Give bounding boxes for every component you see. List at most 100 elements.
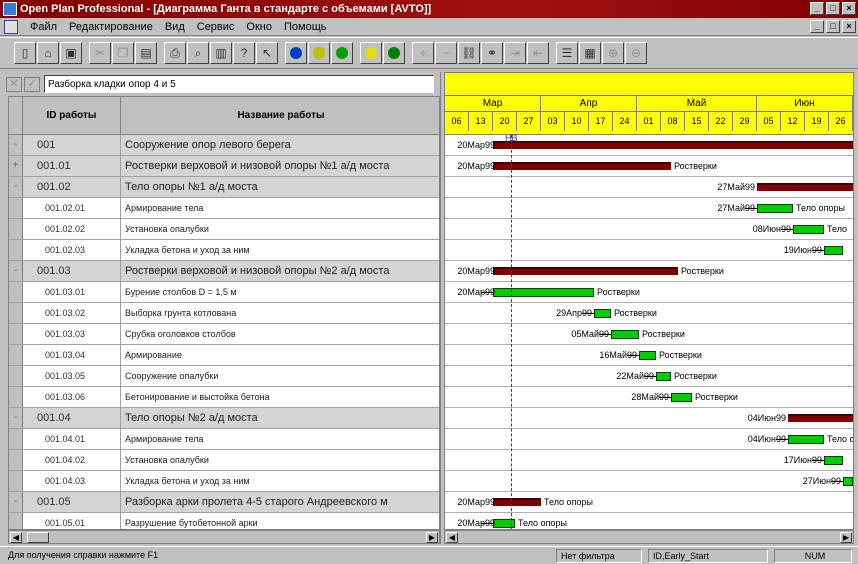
task-row[interactable]: 001.02.02 Установка опалубки: [9, 219, 439, 240]
row-selector[interactable]: [9, 513, 23, 529]
task-row[interactable]: 001.03.02 Выборка грунта котлована: [9, 303, 439, 324]
task-name-cell[interactable]: Укладка бетона и уход за ним: [121, 240, 439, 260]
link-icon[interactable]: ⛓: [458, 42, 480, 64]
menu-view[interactable]: Вид: [159, 19, 191, 35]
cancel-edit-icon[interactable]: ✕: [6, 77, 22, 92]
open-icon[interactable]: ⌂: [37, 42, 59, 64]
row-selector[interactable]: [9, 345, 23, 365]
context-help-icon[interactable]: ↖: [256, 42, 278, 64]
menu-help[interactable]: Помощь: [278, 19, 333, 35]
gantt-scroll-left-icon[interactable]: ◀: [446, 532, 458, 543]
row-selector[interactable]: [9, 366, 23, 386]
close-button[interactable]: ×: [842, 2, 856, 15]
filter-icon[interactable]: ☰: [556, 42, 578, 64]
task-row[interactable]: 001.02.01 Армирование тела: [9, 198, 439, 219]
task-name-cell[interactable]: Разрушение бутобетонной арки: [121, 513, 439, 529]
vertical-scrollbar[interactable]: [854, 72, 858, 544]
summary-bar[interactable]: [493, 162, 671, 170]
row-selector[interactable]: +: [9, 156, 23, 176]
task-bar[interactable]: [793, 225, 824, 234]
task-bar[interactable]: [757, 204, 793, 213]
task-id-cell[interactable]: 001.04.02: [23, 450, 121, 470]
task-row[interactable]: 001.02.03 Укладка бетона и уход за ним: [9, 240, 439, 261]
summary-bar[interactable]: [493, 498, 541, 506]
grid-horizontal-scrollbar[interactable]: ◀ ▶: [8, 530, 440, 544]
task-id-cell[interactable]: 001.03.01: [23, 282, 121, 302]
row-selector[interactable]: -: [9, 177, 23, 197]
row-selector[interactable]: [9, 303, 23, 323]
task-id-cell[interactable]: 001.05.01: [23, 513, 121, 529]
row-selector[interactable]: [9, 450, 23, 470]
task-row[interactable]: 001.03.04 Армирование: [9, 345, 439, 366]
doc-minimize-button[interactable]: _: [810, 20, 824, 33]
task-bar[interactable]: [671, 393, 692, 402]
task-bar[interactable]: [843, 477, 853, 486]
paste-icon[interactable]: ▤: [135, 42, 157, 64]
task-bar[interactable]: [824, 456, 843, 465]
task-name-cell[interactable]: Разборка арки пролета 4-5 старого Андрее…: [121, 492, 439, 512]
task-id-cell[interactable]: 001.04.03: [23, 471, 121, 491]
task-id-cell[interactable]: 001.03.02: [23, 303, 121, 323]
select-all-corner[interactable]: [9, 97, 23, 135]
row-selector[interactable]: -: [9, 261, 23, 281]
row-selector[interactable]: -: [9, 135, 23, 155]
summary-row[interactable]: -001.02 Тело опоры №1 а/д моста: [9, 177, 439, 198]
unlink-icon[interactable]: ⚭: [481, 42, 503, 64]
task-row[interactable]: 001.05.01 Разрушение бутобетонной арки: [9, 513, 439, 529]
preview-icon[interactable]: ⌕: [187, 42, 209, 64]
task-name-cell[interactable]: Тело опоры №1 а/д моста: [121, 177, 439, 197]
sort-icon[interactable]: ▦: [579, 42, 601, 64]
remove-task-icon[interactable]: −: [435, 42, 457, 64]
cut-icon[interactable]: ✂: [89, 42, 111, 64]
summary-row[interactable]: -001 Сооружение опор левого берега: [9, 135, 439, 156]
cell-edit-input[interactable]: [44, 75, 434, 93]
gantt-body[interactable]: 20Мар99 20Мар99 Ростверки 27Май99 27Май99 Тел…: [445, 135, 853, 529]
task-id-cell[interactable]: 001.03.05: [23, 366, 121, 386]
task-id-cell[interactable]: 001.03.03: [23, 324, 121, 344]
gantt-scroll-right-icon[interactable]: ▶: [840, 532, 852, 543]
task-id-cell[interactable]: 001.02.01: [23, 198, 121, 218]
summary-row[interactable]: -001.05 Разборка арки пролета 4-5 старого…: [9, 492, 439, 513]
row-selector[interactable]: [9, 198, 23, 218]
task-row[interactable]: 001.04.01 Армирование тела: [9, 429, 439, 450]
chart-icon[interactable]: ▥: [210, 42, 232, 64]
doc-close-button[interactable]: ×: [842, 20, 856, 33]
task-row[interactable]: 001.04.02 Установка опалубки: [9, 450, 439, 471]
summary-row[interactable]: -001.04 Тело опоры №2 а/д моста: [9, 408, 439, 429]
schedule-icon[interactable]: [360, 42, 382, 64]
task-bar[interactable]: [493, 288, 594, 297]
task-name-cell[interactable]: Укладка бетона и уход за ним: [121, 471, 439, 491]
task-bar[interactable]: [594, 309, 611, 318]
row-selector[interactable]: -: [9, 408, 23, 428]
scroll-left-icon[interactable]: ◀: [10, 532, 22, 543]
print-icon[interactable]: ⎙: [164, 42, 186, 64]
document-icon[interactable]: [4, 19, 18, 34]
task-id-cell[interactable]: 001.02: [23, 177, 121, 197]
column-header-id[interactable]: ID работы: [23, 97, 121, 135]
copy-icon[interactable]: ❐: [112, 42, 134, 64]
task-name-cell[interactable]: Бурение столбов D = 1,5 м: [121, 282, 439, 302]
task-row[interactable]: 001.03.05 Сооружение опалубки: [9, 366, 439, 387]
task-name-cell[interactable]: Сооружение опор левого берега: [121, 135, 439, 155]
task-id-cell[interactable]: 001.04: [23, 408, 121, 428]
task-id-cell[interactable]: 001.02.03: [23, 240, 121, 260]
task-name-cell[interactable]: Срубка оголовков столбов: [121, 324, 439, 344]
menu-edit[interactable]: Редактирование: [63, 19, 159, 35]
gantt-chart[interactable]: Мар Апр Май Июн 06 13 20 27 03 10 17 24 01 08 15 22 29 0…: [444, 72, 854, 530]
task-id-cell[interactable]: 001.02.02: [23, 219, 121, 239]
summary-bar[interactable]: [493, 267, 678, 275]
summary-bar[interactable]: [788, 414, 853, 422]
task-id-cell[interactable]: 001.03.06: [23, 387, 121, 407]
menu-window[interactable]: Окно: [240, 19, 278, 35]
task-name-cell[interactable]: Ростверки верховой и низовой опоры №2 а/…: [121, 261, 439, 281]
level-icon[interactable]: [383, 42, 405, 64]
maximize-button[interactable]: □: [826, 2, 840, 15]
summary-row[interactable]: +001.01 Ростверки верховой и низовой опор…: [9, 156, 439, 177]
task-id-cell[interactable]: 001.05: [23, 492, 121, 512]
task-row[interactable]: 001.03.03 Срубка оголовков столбов: [9, 324, 439, 345]
task-row[interactable]: 001.03.01 Бурение столбов D = 1,5 м: [9, 282, 439, 303]
zoom-in-icon[interactable]: ⊕: [602, 42, 624, 64]
task-name-cell[interactable]: Армирование тела: [121, 198, 439, 218]
task-bar[interactable]: [611, 330, 639, 339]
row-selector[interactable]: -: [9, 492, 23, 512]
